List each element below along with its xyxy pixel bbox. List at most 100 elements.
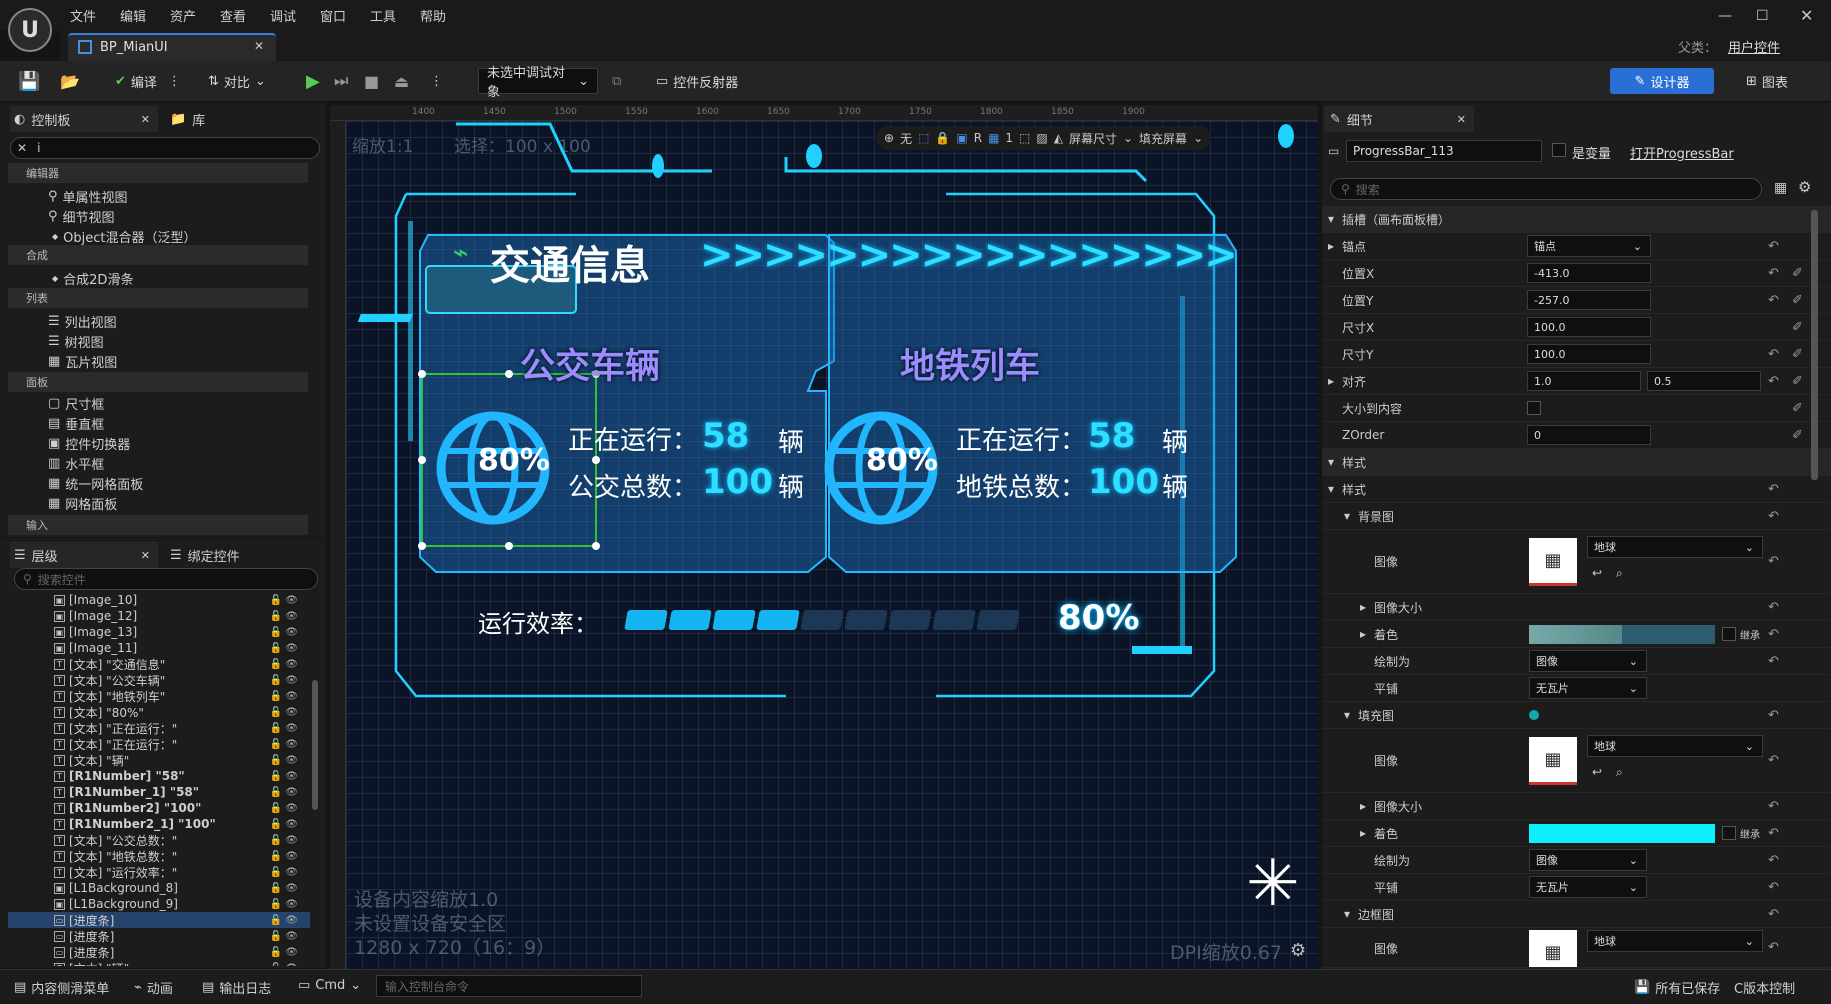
reset-icon[interactable]: ↶ xyxy=(1768,654,1779,669)
lock-visibility-icons[interactable]: 🔓 👁 xyxy=(270,611,298,622)
bind-icon[interactable]: ✐ xyxy=(1792,401,1803,416)
lock-visibility-icons[interactable]: 🔓 👁 xyxy=(270,659,298,670)
bg-image-dropdown[interactable]: 地球 ⌄ xyxy=(1587,536,1763,558)
hierarchy-row[interactable]: T [文本] "辆" 🔓 👁 xyxy=(54,960,310,966)
lock-visibility-icons[interactable]: 🔓 👁 xyxy=(270,675,298,686)
close-palette-icon[interactable]: ✕ xyxy=(141,113,150,126)
bg-image-thumbnail[interactable]: ▦ xyxy=(1529,538,1577,586)
palette-item-widget-switcher[interactable]: ▣ 控件切换器 xyxy=(48,434,130,453)
play-options-icon[interactable]: ⋮ xyxy=(430,68,443,94)
play-icon[interactable]: ▶ xyxy=(306,68,320,94)
output-log-button[interactable]: ▤ 输出日志 xyxy=(202,978,271,997)
reset-icon[interactable]: ↶ xyxy=(1768,708,1779,723)
parent-class-link[interactable]: 用户控件 xyxy=(1728,37,1780,56)
maximize-icon[interactable]: ☐ xyxy=(1756,8,1769,24)
align-y-field[interactable]: 0.5 xyxy=(1647,371,1761,391)
reset-icon[interactable]: ↶ xyxy=(1768,799,1779,814)
bind-widgets-tab[interactable]: ☰ 绑定控件 xyxy=(170,542,240,568)
bind-icon[interactable]: ✐ xyxy=(1792,293,1803,308)
reset-icon[interactable]: ↶ xyxy=(1768,753,1779,768)
lock-visibility-icons[interactable]: 🔓 👁 xyxy=(270,627,298,638)
reset-icon[interactable]: ↶ xyxy=(1768,940,1779,955)
save-status[interactable]: 💾 所有已保存 xyxy=(1634,978,1720,997)
reset-icon[interactable]: ↶ xyxy=(1768,880,1779,895)
lock-visibility-icons[interactable]: 🔓 👁 xyxy=(270,803,298,814)
close-window-icon[interactable]: ✕ xyxy=(1800,6,1813,25)
close-details-icon[interactable]: ✕ xyxy=(1457,113,1466,126)
palette-item-uniform-grid[interactable]: ▦ 统一网格面板 xyxy=(48,474,143,493)
settings-gear-icon[interactable]: ⚙ xyxy=(1798,178,1811,196)
lock-visibility-icons[interactable]: 🔓 👁 xyxy=(270,963,298,967)
library-tab[interactable]: 📁 库 xyxy=(170,106,205,132)
menu-debug[interactable]: 调试 xyxy=(270,6,296,25)
bg-tint-swatch[interactable] xyxy=(1529,625,1715,644)
hierarchy-row[interactable]: ▣ [L1Background_8] 🔓 👁 xyxy=(54,880,310,896)
hierarchy-row[interactable]: T [文本] "正在运行：" 🔓 👁 xyxy=(54,736,310,752)
minimize-icon[interactable]: — xyxy=(1718,8,1732,24)
lock-visibility-icons[interactable]: 🔓 👁 xyxy=(270,947,298,958)
widget-name-field[interactable]: ProgressBar_113 xyxy=(1346,140,1542,162)
palette-item-single-property[interactable]: ⚲ 单属性视图 xyxy=(48,187,128,206)
lock-visibility-icons[interactable]: 🔓 👁 xyxy=(270,643,298,654)
eject-icon[interactable]: ⏏ xyxy=(394,68,409,94)
style-section-header[interactable]: ▾ 样式 xyxy=(1322,449,1831,476)
lock-visibility-icons[interactable]: 🔓 👁 xyxy=(270,771,298,782)
palette-tab[interactable]: ◐ 控制板 ✕ xyxy=(10,106,158,132)
palette-item-object-mixer[interactable]: ◆ Object混合器（泛型） xyxy=(52,227,197,246)
lock-visibility-icons[interactable]: 🔓 👁 xyxy=(270,723,298,734)
table-view-icon[interactable]: ▦ xyxy=(1774,180,1787,196)
border-image-thumbnail[interactable]: ▦ xyxy=(1529,930,1577,967)
section-editor[interactable]: 编辑器 xyxy=(8,163,308,183)
hierarchy-row[interactable]: T [R1Number2_1] "100" 🔓 👁 xyxy=(54,816,310,832)
open-progressbar-link[interactable]: 打开ProgressBar xyxy=(1630,143,1734,162)
reset-icon[interactable]: ↶ xyxy=(1768,347,1779,362)
fill-image-dropdown[interactable]: 地球 ⌄ xyxy=(1587,735,1763,757)
reset-icon[interactable]: ↶ xyxy=(1768,600,1779,615)
palette-item-list-view[interactable]: ☰ 列出视图 xyxy=(48,312,117,331)
compile-options-icon[interactable]: ⋮ xyxy=(168,74,181,89)
lock-visibility-icons[interactable]: 🔓 👁 xyxy=(270,739,298,750)
diff-button[interactable]: ⇅ 对比 ⌄ xyxy=(208,68,266,94)
hierarchy-row[interactable]: T [文本] "交通信息" 🔓 👁 xyxy=(54,656,310,672)
fill-tint-swatch[interactable] xyxy=(1529,824,1715,843)
source-control-button[interactable]: C版本控制 xyxy=(1734,978,1795,997)
animation-button[interactable]: ⌁ 动画 xyxy=(134,978,173,997)
hierarchy-row[interactable]: ▣ [L1Background_9] 🔓 👁 xyxy=(54,896,310,912)
bind-icon[interactable]: ✐ xyxy=(1792,266,1803,281)
unreal-logo-icon[interactable]: U xyxy=(8,8,52,52)
palette-item-tile-view[interactable]: ▦ 瓦片视图 xyxy=(48,352,117,371)
palette-item-vertical-box[interactable]: ▤ 垂直框 xyxy=(48,414,104,433)
close-tab-icon[interactable]: ✕ xyxy=(254,39,264,53)
lock-visibility-icons[interactable]: 🔓 👁 xyxy=(270,819,298,830)
reset-icon[interactable]: ↶ xyxy=(1768,907,1779,922)
close-hierarchy-icon[interactable]: ✕ xyxy=(141,549,150,562)
hierarchy-row[interactable]: T [文本] "公交总数：" 🔓 👁 xyxy=(54,832,310,848)
hierarchy-row[interactable]: ▣ [Image_10] 🔓 👁 xyxy=(54,592,310,608)
reset-icon[interactable]: ↶ xyxy=(1768,826,1779,841)
dpi-settings-icon[interactable]: ⚙ xyxy=(1290,940,1306,961)
bg-draw-as-dropdown[interactable]: 图像 ⌄ xyxy=(1529,650,1647,672)
save-icon[interactable]: 💾 xyxy=(18,68,40,94)
browse-icon[interactable]: 📂 xyxy=(60,68,80,94)
section-composite[interactable]: 合成 xyxy=(8,245,308,265)
lock-visibility-icons[interactable]: 🔓 👁 xyxy=(270,707,298,718)
lock-visibility-icons[interactable]: 🔓 👁 xyxy=(270,931,298,942)
menu-window[interactable]: 窗口 xyxy=(320,6,346,25)
inherit-checkbox[interactable] xyxy=(1722,826,1736,840)
hierarchy-scrollbar[interactable] xyxy=(312,680,318,810)
browse-asset-icon[interactable]: ⌕ xyxy=(1616,566,1623,581)
posx-field[interactable]: -413.0 xyxy=(1527,263,1651,283)
hierarchy-row[interactable]: ▭ [进度条] 🔓 👁 xyxy=(54,944,310,960)
lock-visibility-icons[interactable]: 🔓 👁 xyxy=(270,915,298,926)
lock-visibility-icons[interactable]: 🔓 👁 xyxy=(270,835,298,846)
reset-icon[interactable]: ↶ xyxy=(1768,482,1779,497)
fill-tiling-dropdown[interactable]: 无瓦片 ⌄ xyxy=(1529,876,1647,898)
hierarchy-row[interactable]: ▣ [Image_11] 🔓 👁 xyxy=(54,640,310,656)
bind-icon[interactable]: ✐ xyxy=(1792,428,1803,443)
compile-button[interactable]: ✔ 编译 ⋮ xyxy=(115,68,181,94)
anchor-dropdown[interactable]: 锚点 ⌄ xyxy=(1527,235,1651,257)
reset-icon[interactable]: ↶ xyxy=(1768,853,1779,868)
size-to-content-checkbox[interactable] xyxy=(1527,401,1541,415)
palette-item-details-view[interactable]: ⚲ 细节视图 xyxy=(48,207,115,226)
console-command-input[interactable]: 输入控制台命令 xyxy=(376,975,642,997)
